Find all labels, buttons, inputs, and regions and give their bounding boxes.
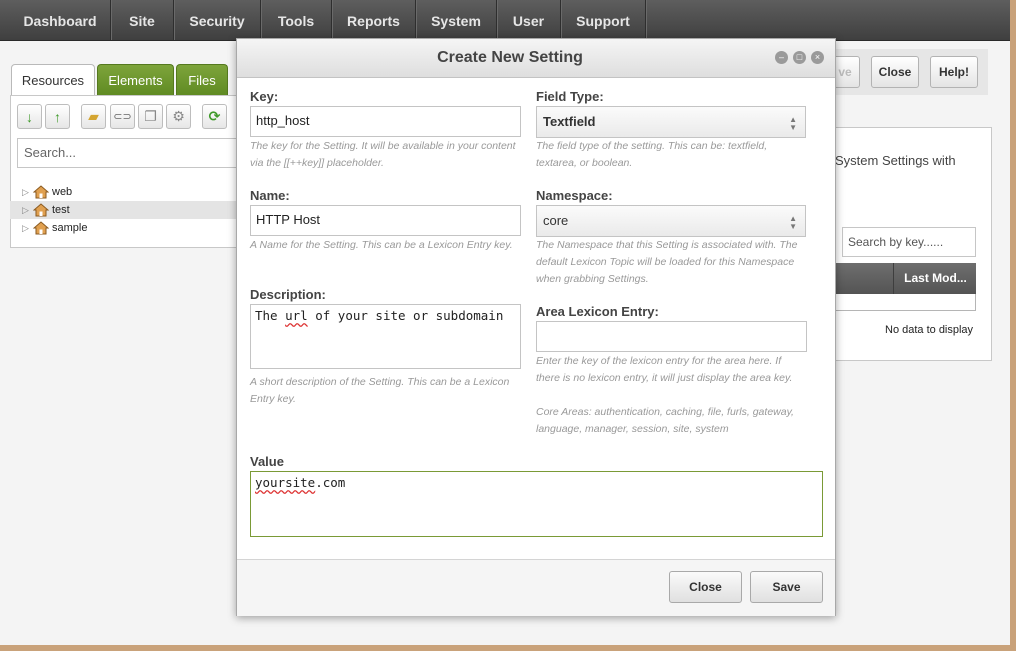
document-gear-icon: ⚙ [172,108,185,124]
description-textarea[interactable]: The url of your site or subdomain [250,304,521,369]
dialog-header: Create New Setting – □ × [237,39,835,78]
new-weblink-button[interactable]: ⊂⊃ [110,104,135,129]
value-text: .com [315,475,346,490]
new-folder-button[interactable]: ▰ [81,104,106,129]
namespace-help: The Namespace that this Setting is assoc… [536,239,798,285]
dialog-title: Create New Setting [437,49,583,66]
nav-user[interactable]: User [497,0,561,40]
field-type-select[interactable]: Textfield ▲ ▼ [536,106,806,138]
column-last-modified[interactable]: Last Mod... [893,263,977,294]
spinner-icon[interactable]: ▲ ▼ [789,116,797,132]
close-button[interactable]: Close [669,571,742,603]
house-icon [33,203,49,217]
nav-security[interactable]: Security [174,0,261,40]
top-nav: Dashboard Site Security Tools Reports Sy… [0,0,1010,41]
house-icon [33,185,49,199]
tree-node[interactable]: ▷ web [20,183,242,201]
field-type-help: The field type of the setting. This can … [536,140,768,169]
tab-elements[interactable]: Elements [97,64,174,96]
value-textarea[interactable]: yoursite.com [250,471,823,537]
core-areas-help: Core Areas: authentication, caching, fil… [536,406,794,435]
new-symlink-button[interactable]: ❐ [138,104,163,129]
description-text: The [255,308,286,323]
spellcheck-word: url [285,308,308,323]
nav-dashboard[interactable]: Dashboard [10,0,111,40]
tree-node-label: test [52,204,70,216]
close-icon[interactable]: × [811,51,824,64]
refresh-icon: ⟳ [208,108,221,124]
search-by-key-input[interactable]: Search by key...... [842,227,976,257]
new-static-button[interactable]: ⚙ [166,104,191,129]
value-label: Value [250,454,284,469]
namespace-value: core [543,213,569,228]
spellcheck-word: yoursite [255,475,316,490]
name-input[interactable]: HTTP Host [250,205,521,236]
resource-tree: ▷ web ▷ test ▷ sample [10,183,242,237]
help-button[interactable]: Help! [930,56,978,88]
expand-all-button[interactable]: ↓ [17,104,42,129]
expand-arrow-icon[interactable]: ▷ [22,183,29,201]
tree-node-label: web [52,186,73,198]
tree-node-label: sample [52,222,88,234]
nav-tools[interactable]: Tools [261,0,332,40]
dialog-footer [237,559,835,616]
description-label: Description: [250,287,326,302]
folder-add-icon: ▰ [88,108,99,124]
key-label: Key: [250,89,279,104]
description-help: A short description of the Setting. This… [250,376,510,405]
settings-grid-header: Last Mod... [830,263,976,294]
house-icon [33,221,49,235]
collapse-all-button[interactable]: ↑ [45,104,70,129]
create-setting-dialog: Create New Setting – □ × Key: http_host … [236,38,836,616]
arrow-up-icon: ↑ [54,108,61,125]
expand-arrow-icon[interactable]: ▷ [22,219,29,237]
area-lexicon-label: Area Lexicon Entry: [536,304,659,319]
field-type-value: Textfield [543,114,596,129]
name-label: Name: [250,188,290,203]
settings-grid-body [830,294,976,311]
no-data-message: No data to display [885,324,974,336]
maximize-icon[interactable]: □ [793,51,806,64]
expand-arrow-icon[interactable]: ▷ [22,201,29,219]
key-help: The key for the Setting. It will be avai… [250,140,516,169]
namespace-label: Namespace: [536,188,613,203]
tree-search-input[interactable]: Search... [17,138,239,168]
description-text: of your site or subdomain [307,308,504,323]
tree-node[interactable]: ▷ sample [20,219,242,237]
minimize-icon[interactable]: – [775,51,788,64]
document-copy-icon: ❐ [144,108,157,124]
nav-support[interactable]: Support [561,0,646,40]
area-lexicon-help: Enter the key of the lexicon entry for t… [536,355,793,384]
tree-node[interactable]: ▷ test [10,201,242,219]
namespace-select[interactable]: core ▲ ▼ [536,205,806,237]
close-settings-button[interactable]: Close [871,56,919,88]
field-type-label: Field Type: [536,89,604,104]
arrow-down-icon: ↓ [26,108,33,125]
key-input[interactable]: http_host [250,106,521,137]
nav-reports[interactable]: Reports [332,0,416,40]
settings-description: System Settings with [835,153,956,168]
tab-resources[interactable]: Resources [11,64,95,96]
save-button[interactable]: Save [750,571,823,603]
tab-files[interactable]: Files [176,64,228,96]
nav-system[interactable]: System [416,0,497,40]
area-lexicon-input[interactable] [536,321,807,352]
link-icon: ⊂⊃ [113,111,132,123]
refresh-button[interactable]: ⟳ [202,104,227,129]
spinner-icon[interactable]: ▲ ▼ [789,215,797,231]
name-help: A Name for the Setting. This can be a Le… [250,239,513,251]
nav-site[interactable]: Site [111,0,174,40]
